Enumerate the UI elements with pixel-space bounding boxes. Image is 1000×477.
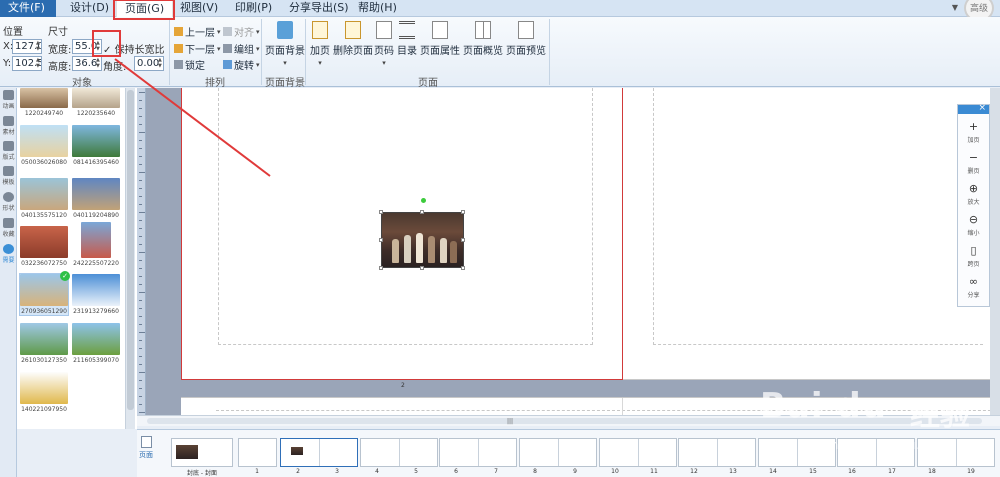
- annotation-arrow-line: [114, 58, 271, 177]
- annotation-arrow: [114, 58, 271, 177]
- app-window: 文件(F) 设计(D) 页面(G) 视图(V) 印刷(P) 分享导出(S) 帮助…: [0, 0, 1000, 477]
